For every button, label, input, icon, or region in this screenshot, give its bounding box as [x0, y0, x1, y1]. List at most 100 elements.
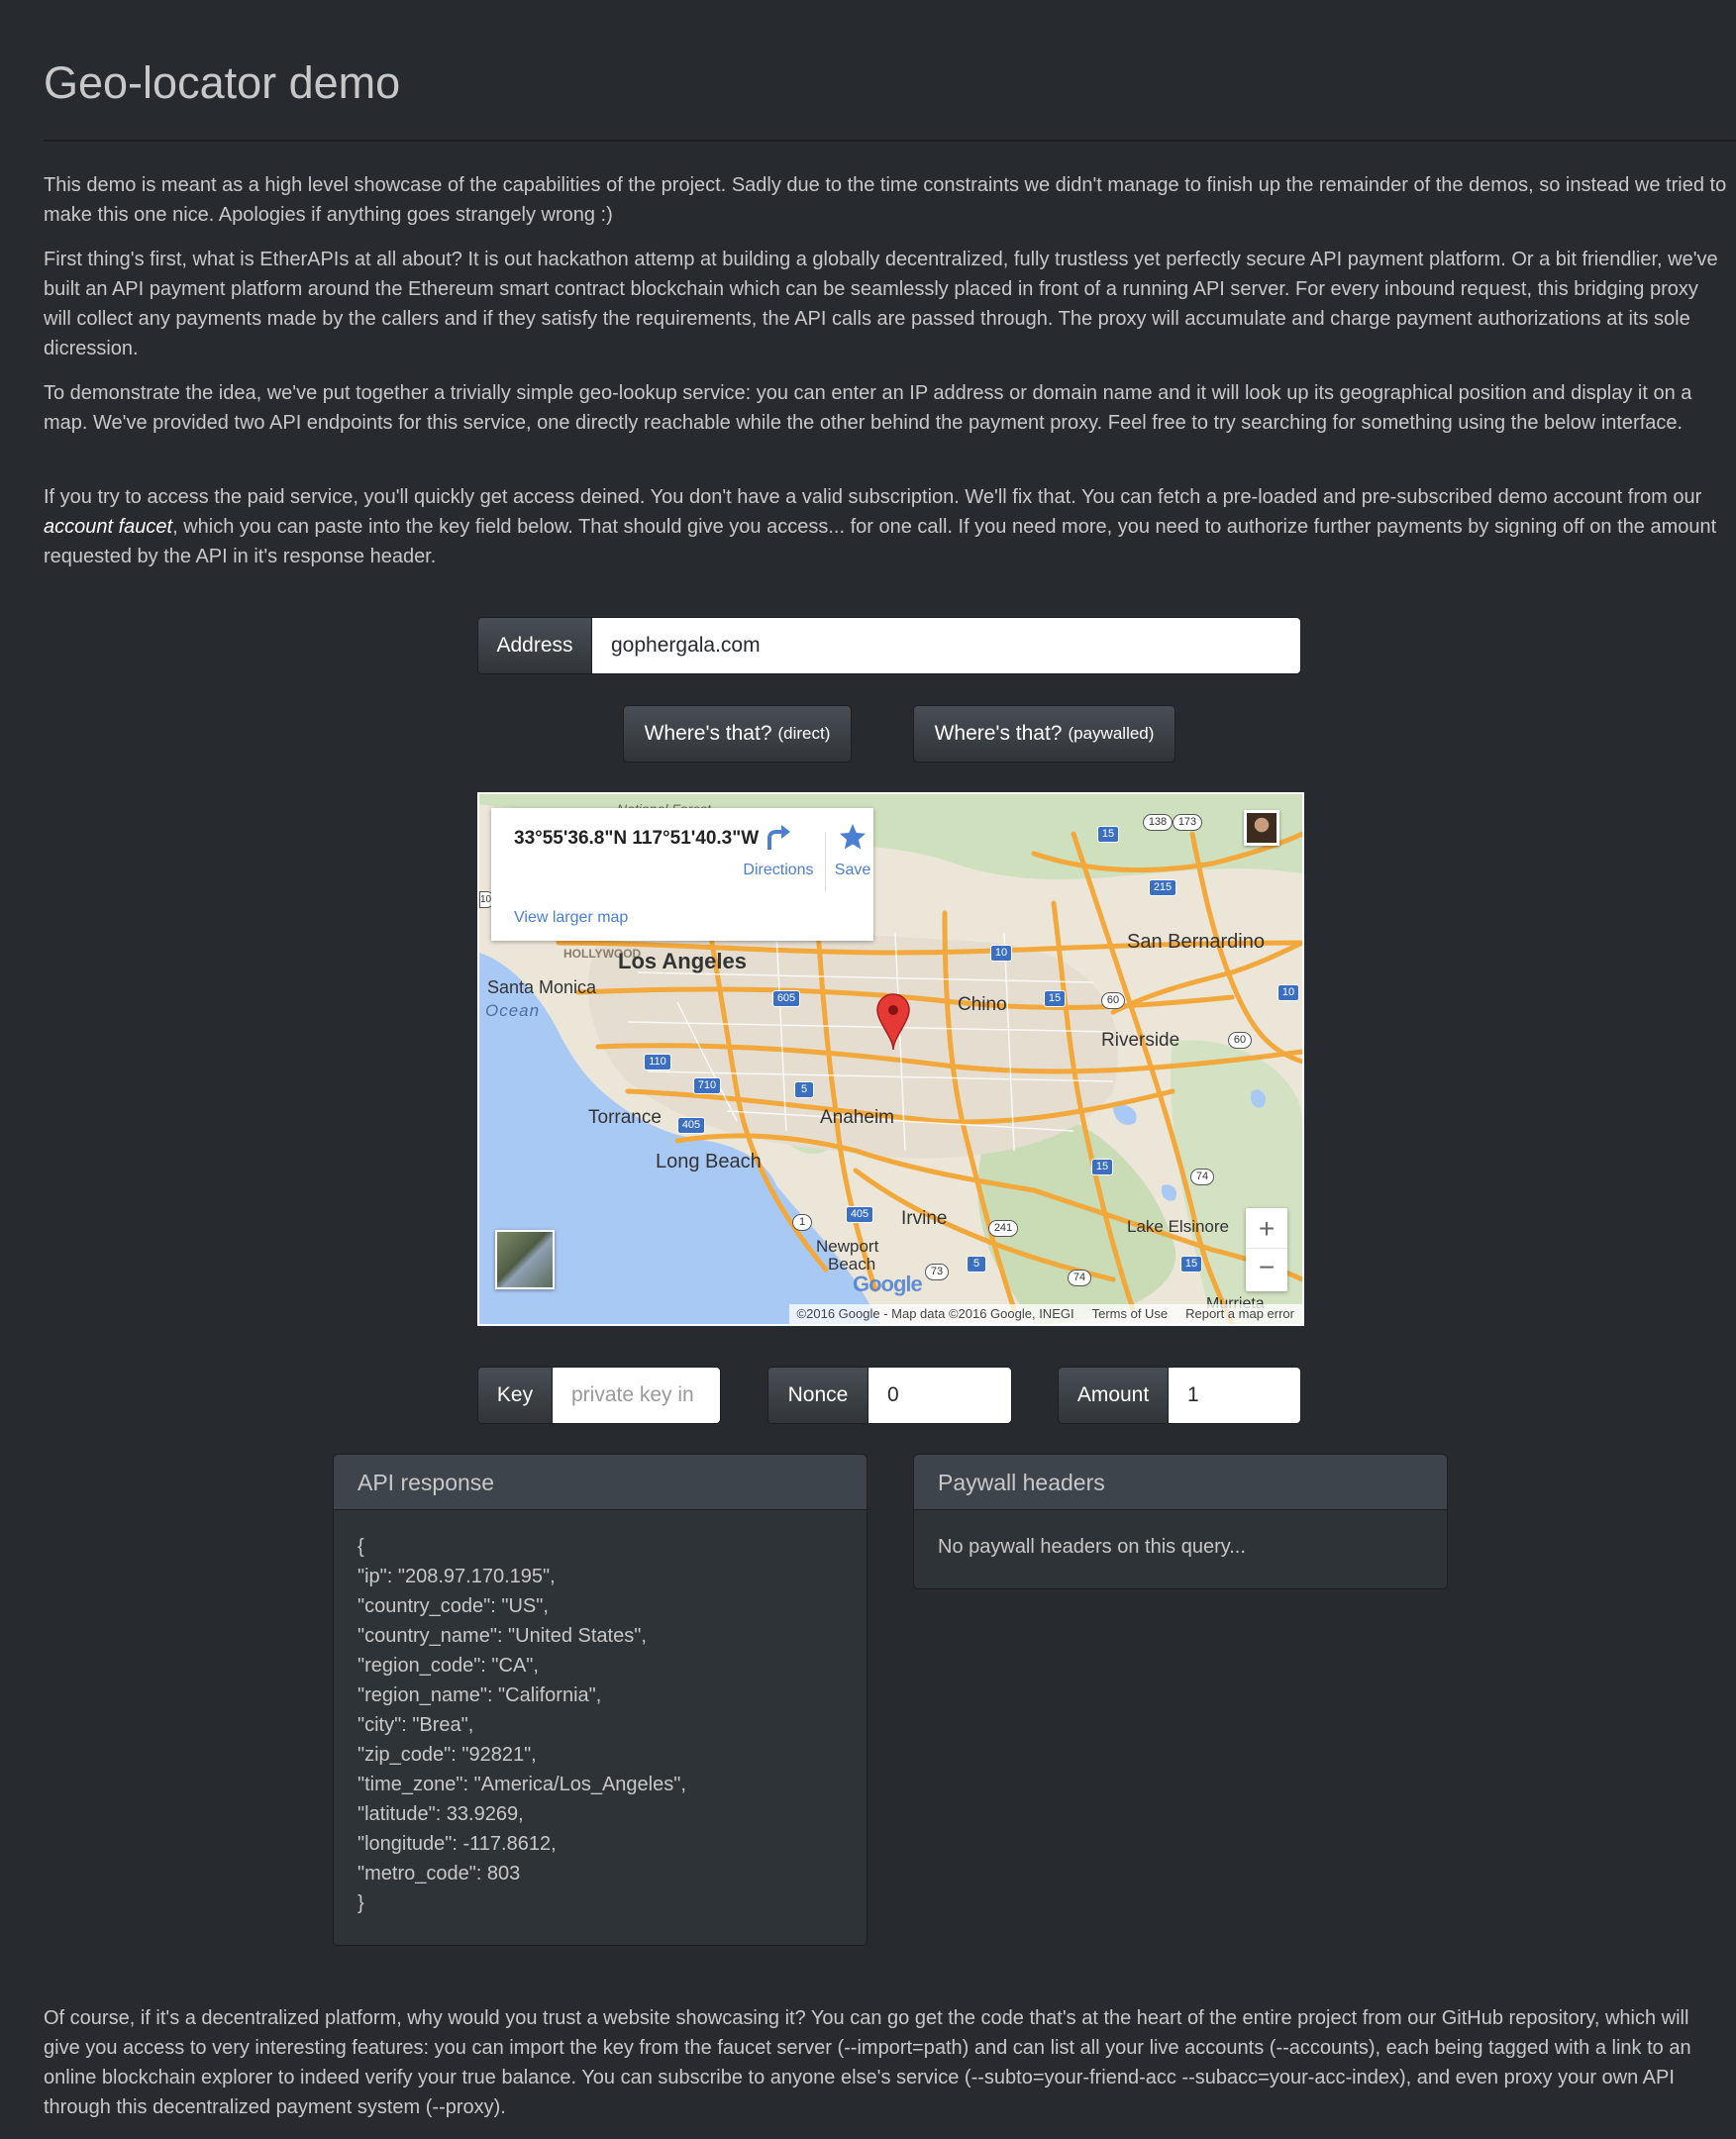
location-pin-icon[interactable] — [875, 992, 911, 1052]
lookup-direct-label: Where's that? — [644, 722, 772, 745]
star-icon — [840, 824, 866, 850]
title-divider — [44, 140, 1736, 142]
key-input[interactable]: private key in — [553, 1368, 720, 1423]
page-title: Geo-locator demo — [44, 57, 401, 108]
map-report-link[interactable]: Report a map error — [1185, 1299, 1294, 1324]
view-larger-map-link[interactable]: View larger map — [514, 903, 628, 933]
map-terms-link[interactable]: Terms of Use — [1092, 1299, 1169, 1324]
key-input-group: Key private key in — [477, 1367, 721, 1424]
api-response-title: API response — [334, 1455, 867, 1510]
api-response-line: "longitude": -117.8612, — [357, 1833, 557, 1855]
paid-service-paragraph: If you try to access the paid service, y… — [44, 482, 1727, 571]
map-label-ocean: Ocean — [485, 1001, 541, 1020]
route-shield-405: 405 — [846, 1206, 873, 1223]
account-faucet-link[interactable]: account faucet — [44, 516, 172, 538]
route-shield-405: 405 — [677, 1117, 705, 1134]
key-label: Key — [478, 1368, 553, 1423]
map-label-riverside: Riverside — [1101, 1030, 1180, 1051]
route-shield-173: 173 — [1173, 814, 1202, 831]
map-label-long-beach: Long Beach — [656, 1151, 762, 1172]
paywall-headers-title: Paywall headers — [914, 1455, 1447, 1510]
map-attribution: ©2016 Google - Map data ©2016 Google, IN… — [796, 1306, 1074, 1321]
lookup-direct-button[interactable]: Where's that? (direct) — [623, 705, 852, 763]
avatar-image — [1247, 813, 1276, 843]
map-info-card: 33°55'36.8"N 117°51'40.3"W Directions Sa… — [491, 808, 873, 941]
paywall-headers-message: No paywall headers on this query... — [938, 1536, 1246, 1558]
zoom-in-icon[interactable]: + — [1246, 1208, 1287, 1249]
zoom-controls: + − — [1246, 1208, 1287, 1291]
page: Geo-locator demo This demo is meant as a… — [0, 0, 1736, 2139]
nonce-label: Nonce — [768, 1368, 868, 1423]
save-label: Save — [834, 862, 871, 878]
satellite-toggle[interactable] — [495, 1230, 555, 1289]
paid-text-after: , which you can paste into the key field… — [44, 516, 1717, 567]
api-response-body: { "ip": "208.97.170.195", "country_code": … — [334, 1510, 867, 1940]
address-label: Address — [478, 618, 592, 673]
address-input-group: Address gophergala.com — [477, 617, 1301, 674]
map-label-anaheim: Anaheim — [820, 1107, 894, 1128]
directions-label: Directions — [743, 862, 814, 878]
nonce-input[interactable]: 0 — [868, 1368, 1011, 1423]
amount-input-group: Amount 1 — [1058, 1367, 1301, 1424]
route-shield-60: 60 — [1228, 1032, 1252, 1049]
api-response-line: "metro_code": 803 — [357, 1863, 521, 1884]
route-shield-138: 138 — [1143, 814, 1173, 831]
map-label-san-bernardino: San Bernardino — [1127, 931, 1265, 953]
route-shield-73: 73 — [925, 1264, 949, 1280]
map-embed[interactable]: National Forest HOLLYWOOD Los Angeles Sa… — [477, 792, 1304, 1326]
map-label-los-angeles: Los Angeles — [618, 949, 747, 973]
lookup-direct-suffix: (direct) — [777, 724, 831, 743]
api-response-line: { — [357, 1536, 364, 1558]
api-response-line: "zip_code": "92821", — [357, 1744, 537, 1766]
paywall-headers-panel: Paywall headers No paywall headers on th… — [913, 1454, 1448, 1589]
lookup-paywalled-button[interactable]: Where's that? (paywalled) — [913, 705, 1175, 763]
amount-label: Amount — [1059, 1368, 1169, 1423]
api-response-line: "region_code": "CA", — [357, 1655, 539, 1677]
route-shield-74: 74 — [1068, 1270, 1091, 1286]
about-paragraph: First thing's first, what is EtherAPIs a… — [44, 249, 1718, 359]
address-input[interactable]: gophergala.com — [592, 618, 1300, 673]
intro-paragraph: This demo is meant as a high level showc… — [44, 174, 1727, 226]
map-label-newport: Newport — [816, 1237, 879, 1256]
map-label-lake-elsinore: Lake Elsinore — [1127, 1217, 1230, 1236]
api-response-line: } — [357, 1892, 364, 1914]
route-shield-710: 710 — [693, 1077, 721, 1094]
route-shield-5: 5 — [967, 1256, 986, 1273]
lookup-paywalled-suffix: (paywalled) — [1068, 724, 1155, 743]
route-shield-74: 74 — [1190, 1169, 1214, 1185]
directions-icon — [767, 825, 790, 850]
api-response-line: "time_zone": "America/Los_Angeles", — [357, 1774, 686, 1795]
api-response-line: "country_name": "United States", — [357, 1625, 647, 1647]
save-button[interactable]: Save — [828, 822, 877, 880]
route-shield-10: 10 — [990, 945, 1012, 962]
route-shield-15: 15 — [1180, 1256, 1202, 1273]
route-shield-60: 60 — [1101, 992, 1125, 1009]
map-label-chino: Chino — [958, 994, 1007, 1015]
api-response-line: "ip": "208.97.170.195", — [357, 1566, 556, 1587]
map-label-torrance: Torrance — [588, 1107, 662, 1128]
api-response-line: "country_code": "US", — [357, 1595, 549, 1617]
api-response-line: "latitude": 33.9269, — [357, 1803, 524, 1825]
api-response-line: "region_name": "California", — [357, 1684, 602, 1706]
zoom-out-icon[interactable]: − — [1246, 1249, 1287, 1289]
directions-button[interactable]: Directions — [739, 822, 818, 880]
route-shield-1: 1 — [792, 1214, 812, 1231]
route-shield-15: 15 — [1091, 1159, 1113, 1175]
google-logo: Google — [853, 1272, 923, 1296]
route-shield-215: 215 — [1149, 879, 1176, 896]
paid-text-before: If you try to access the paid service, y… — [44, 486, 1702, 508]
route-shield-15: 15 — [1044, 990, 1066, 1007]
nonce-input-group: Nonce 0 — [767, 1367, 1012, 1424]
user-avatar[interactable] — [1244, 810, 1279, 846]
route-shield-241: 241 — [988, 1220, 1018, 1237]
route-shield-605: 605 — [772, 990, 800, 1007]
info-card-divider — [825, 832, 826, 891]
api-response-line: "city": "Brea", — [357, 1714, 474, 1736]
amount-input[interactable]: 1 — [1169, 1368, 1300, 1423]
route-shield-10: 10 — [1277, 984, 1299, 1001]
map-coordinates: 33°55'36.8"N 117°51'40.3"W — [514, 828, 760, 849]
route-shield-5: 5 — [794, 1081, 814, 1098]
api-response-panel: API response { "ip": "208.97.170.195", "co… — [333, 1454, 868, 1946]
lookup-paywalled-label: Where's that? — [934, 722, 1063, 745]
route-shield-15: 15 — [1097, 826, 1119, 843]
